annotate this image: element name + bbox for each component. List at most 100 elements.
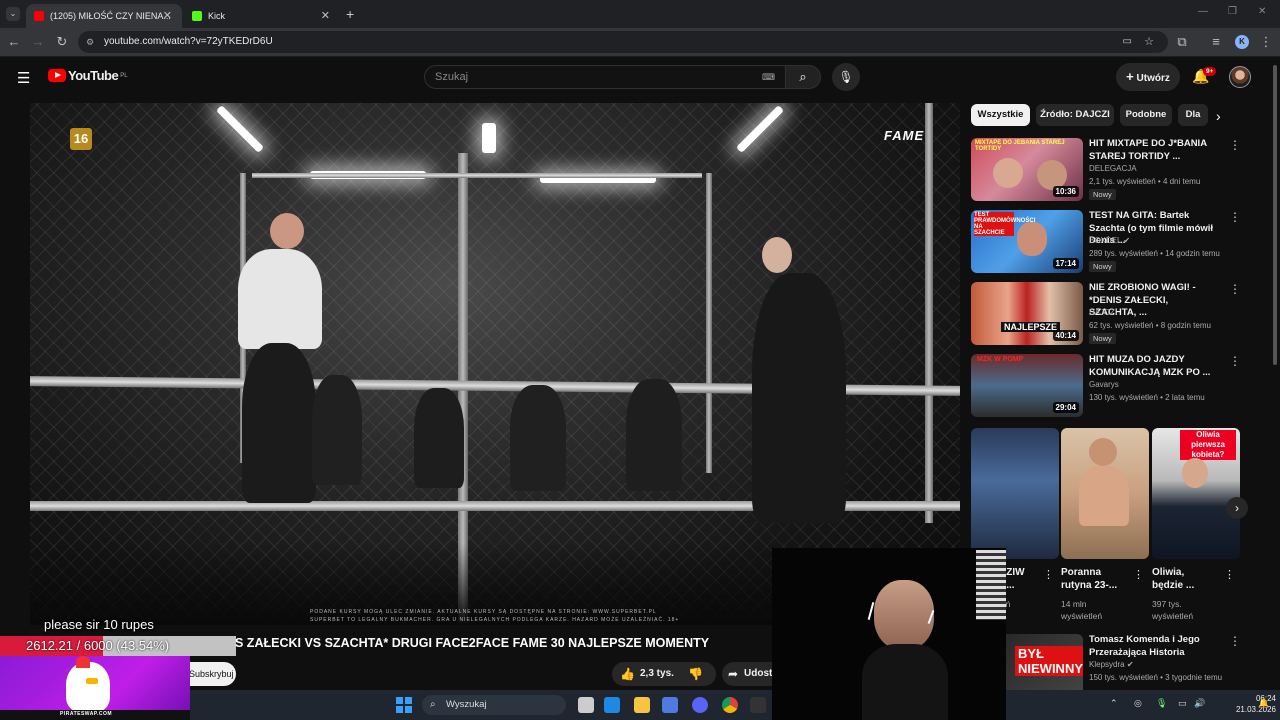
maximize-icon[interactable]: ❐ [1228, 6, 1237, 17]
reading-list-icon[interactable]: ≡ [1208, 34, 1224, 49]
create-button[interactable]: + Utwórz [1116, 63, 1180, 91]
short-views: 14 mln wyświetleń [1061, 599, 1103, 621]
chevron-right-icon[interactable]: › [1216, 108, 1221, 124]
video-meta: 2,1 tys. wyświetleń • 4 dni temu [1089, 177, 1201, 186]
more-options-icon[interactable]: ⋮ [1229, 282, 1241, 296]
video-title[interactable]: Tomasz Komenda i Jego Przerażająca Histo… [1089, 634, 1214, 659]
short-thumbnail[interactable] [971, 428, 1059, 559]
tab-youtube[interactable]: (1205) MIŁOŚĆ CZY NIENA... ✕ [26, 4, 182, 28]
page-scrollbar[interactable] [1270, 57, 1280, 690]
video-thumbnail[interactable]: NAJLEPSZE 40:14 [971, 282, 1083, 345]
short-views: 397 tys. wyświetleń [1152, 599, 1194, 621]
window-close-icon[interactable]: ✕ [1258, 6, 1266, 17]
close-icon[interactable]: ✕ [163, 9, 172, 22]
plus-icon: + [1126, 69, 1134, 84]
short-title[interactable]: Oliwia, będzie ... [1152, 566, 1210, 592]
more-options-icon[interactable]: ⋮ [1224, 568, 1235, 581]
hamburger-menu-icon[interactable]: ☰ [17, 69, 30, 87]
youtube-logo[interactable]: YouTube PL [48, 68, 128, 83]
voice-search-button[interactable]: 🎙 [832, 63, 860, 91]
streamer-webcam [772, 548, 1006, 720]
chip-source[interactable]: Źródło: DAJCZI [1036, 104, 1114, 126]
site-info-icon[interactable]: ⚙ [86, 31, 94, 53]
share-button[interactable]: ➦ Udost [722, 662, 774, 686]
back-icon[interactable]: ← [6, 34, 22, 49]
new-tab-button[interactable]: + [346, 6, 354, 22]
more-options-icon[interactable]: ⋮ [1229, 354, 1241, 368]
recommended-video[interactable]: TEST PRAWDOMÓWNOŚCI NA SZACHCIE 17:14 TE… [971, 210, 1241, 280]
more-options-icon[interactable]: ⋮ [1043, 568, 1054, 581]
profile-avatar[interactable]: K [1235, 35, 1249, 49]
extensions-icon[interactable]: ⧉ [1174, 34, 1190, 50]
more-options-icon[interactable]: ⋮ [1229, 634, 1241, 648]
account-avatar[interactable] [1229, 66, 1251, 88]
keyboard-icon[interactable]: ⌨ [762, 66, 775, 88]
menu-kebab-icon[interactable]: ⋮ [1258, 34, 1274, 50]
discord-icon[interactable] [692, 697, 708, 713]
file-explorer-icon[interactable] [634, 697, 650, 713]
video-thumbnail[interactable]: MZK W POMP 29:04 [971, 354, 1083, 417]
network-icon[interactable]: ▭ [1178, 698, 1187, 709]
more-options-icon[interactable]: ⋮ [1133, 568, 1144, 581]
channel-name[interactable]: DAJCZI [1089, 308, 1117, 317]
donation-goal-text: 2612.21 / 6000 (43.54%) [26, 638, 169, 653]
search-button[interactable]: ⌕ [785, 65, 821, 89]
tab-label: (1205) MIŁOŚĆ CZY NIENA... [50, 11, 171, 21]
store-icon[interactable] [662, 697, 678, 713]
like-count: 2,3 tys. [640, 668, 674, 679]
cast-icon[interactable]: ▭ [1123, 31, 1132, 53]
notification-center-icon[interactable]: 🔔 [1258, 698, 1269, 709]
bookmark-star-icon[interactable]: ☆ [1144, 31, 1154, 53]
more-options-icon[interactable]: ⋮ [1229, 210, 1241, 224]
task-view-icon[interactable] [578, 697, 594, 713]
outlook-icon[interactable] [604, 697, 620, 713]
channel-name[interactable]: Gavarys [1089, 380, 1119, 389]
channel-name[interactable]: BOXDEL ✔ [1089, 236, 1130, 245]
close-icon[interactable]: ✕ [321, 9, 330, 22]
video-title[interactable]: HIT MIXTAPE DO J*BANIA STAREJ TORTIDY ..… [1089, 138, 1214, 163]
tab-search-button[interactable]: ⌄ [6, 7, 20, 21]
subscribe-button[interactable]: Subskrybuj [188, 662, 236, 686]
chip-related[interactable]: Podobne [1120, 104, 1172, 126]
windows-start-icon[interactable] [396, 697, 412, 713]
more-options-icon[interactable]: ⋮ [1229, 138, 1241, 152]
tray-chevron-icon[interactable]: ⌃ [1110, 698, 1118, 709]
video-thumbnail[interactable]: MIXTAPE DO JEBANIA STAREJ TORTIDY 10:36 [971, 138, 1083, 201]
recommended-video[interactable]: NAJLEPSZE 40:14 NIE ZROBIONO WAGI! - *DE… [971, 282, 1241, 352]
youtube-favicon-icon [34, 11, 44, 21]
like-button[interactable]: 👍 2,3 tys. 👎 [612, 662, 716, 686]
age-rating-badge: 16 [70, 128, 92, 150]
short-thumbnail[interactable] [1061, 428, 1149, 559]
short-thumbnail[interactable]: Oliwia pierwsza kobieta? [1152, 428, 1240, 559]
video-thumbnail[interactable]: TEST PRAWDOMÓWNOŚCI NA SZACHCIE 17:14 [971, 210, 1083, 273]
share-icon: ➦ [728, 667, 739, 681]
tray-app-icon[interactable]: ◎ [1134, 698, 1142, 709]
video-meta: 130 tys. wyświetleń • 2 lata temu [1089, 393, 1205, 402]
thumbs-down-icon[interactable]: 👎 [688, 662, 703, 686]
url-text: youtube.com/watch?v=72yTKEDrD6U [104, 36, 273, 47]
volume-icon[interactable]: 🔊 [1194, 698, 1205, 709]
short-title[interactable]: Poranna rutyna 23-... [1061, 566, 1127, 592]
recommended-video[interactable]: MIXTAPE DO JEBANIA STAREJ TORTIDY 10:36 … [971, 138, 1241, 208]
reload-icon[interactable]: ↻ [54, 34, 70, 50]
channel-name[interactable]: DELEGACJA [1089, 164, 1137, 173]
browser-tab-strip: ⌄ (1205) MIŁOŚĆ CZY NIENA... ✕ Kick ✕ + … [0, 0, 1280, 28]
chip-for-you[interactable]: Dla [1178, 104, 1208, 126]
chip-all[interactable]: Wszystkie [971, 104, 1030, 126]
microphone-tray-icon[interactable]: 🎙 [1156, 698, 1167, 709]
search-input[interactable]: Szukaj ⌨ [424, 65, 786, 89]
address-bar[interactable]: ⚙ youtube.com/watch?v=72yTKEDrD6U ▭ ☆ [78, 31, 1168, 53]
recommended-video[interactable]: MZK W POMP 29:04 HIT MUZA DO JAZDY KOMUN… [971, 354, 1241, 424]
video-title[interactable]: HIT MUZA DO JAZDY KOMUNIKACJĄ MZK PO ... [1089, 354, 1214, 379]
thumbnail-text: MIXTAPE DO JEBANIA STAREJ TORTIDY [975, 140, 1065, 152]
minimize-icon[interactable]: — [1198, 6, 1208, 17]
taskbar-search[interactable]: ⌕ Wyszukaj [422, 695, 566, 715]
chrome-icon[interactable] [722, 697, 738, 713]
shelf-next-chevron-icon[interactable]: › [1226, 497, 1248, 519]
obs-icon[interactable] [750, 697, 766, 713]
forward-icon[interactable]: → [30, 34, 46, 49]
tab-kick[interactable]: Kick ✕ [184, 4, 340, 28]
video-duration: 29:04 [1052, 402, 1079, 413]
video-player[interactable] [30, 103, 960, 625]
channel-name[interactable]: Klepsydra ✔ [1089, 660, 1134, 669]
